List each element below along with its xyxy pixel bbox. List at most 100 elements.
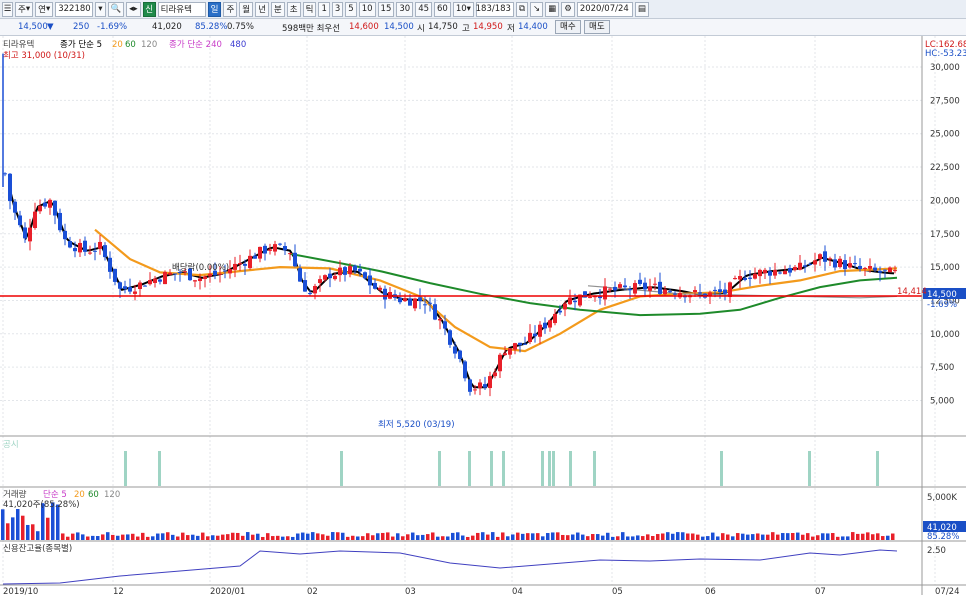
interval-1[interactable]: 1	[318, 1, 330, 17]
period-second[interactable]: 초	[286, 1, 301, 17]
candle-body	[318, 279, 322, 283]
low-note: 최저 5,520 (03/19)	[378, 419, 455, 430]
volume-bar	[361, 536, 365, 540]
candle-body	[273, 244, 277, 252]
chart-icon[interactable]: ▦	[545, 1, 560, 17]
candle-body	[433, 304, 437, 320]
candle-body	[113, 268, 117, 282]
type-select[interactable]: 연 ▾	[35, 1, 54, 17]
volume-bar	[21, 515, 25, 540]
candle-body	[363, 272, 367, 279]
date-tick: 2020/01	[210, 587, 245, 595]
volume-bar	[161, 533, 165, 540]
price-tick: 10,000	[930, 330, 960, 340]
quote-bar: 14,500 ▼ 250 -1.69% 41,020 85.28% 0.75% …	[0, 19, 966, 36]
volume-bar	[36, 531, 40, 540]
volume-bar	[236, 532, 240, 540]
volume-bar	[886, 535, 890, 540]
volume-bar	[306, 533, 310, 540]
volume-bar	[11, 517, 15, 540]
volume-bar	[771, 532, 775, 540]
disclosure-bar	[593, 451, 596, 486]
period-week[interactable]: 주	[223, 1, 238, 17]
price-tick: 30,000	[930, 63, 960, 73]
tool-icon[interactable]: ⧉	[515, 1, 529, 17]
candle-body	[848, 263, 852, 268]
ruler-icon[interactable]: ↘	[530, 1, 544, 17]
menu-icon[interactable]: ☰	[2, 1, 13, 17]
date-input[interactable]: 2020/07/24	[576, 1, 633, 17]
interval-45[interactable]: 45	[415, 1, 433, 17]
period-day[interactable]: 일	[207, 1, 222, 17]
volume-bar	[276, 535, 280, 540]
range-input[interactable]: 183/183	[476, 1, 514, 17]
candle-body	[163, 271, 167, 285]
volume-bar	[561, 534, 565, 540]
sell-button[interactable]: 매도	[584, 20, 610, 34]
volume-bar	[786, 533, 790, 540]
interval-5[interactable]: 5	[345, 1, 357, 17]
volume-bar	[61, 533, 65, 540]
search-icon[interactable]: 🔍	[107, 1, 125, 17]
legend-ma5: 종가 단순 5	[60, 39, 102, 50]
period-year[interactable]: 년	[255, 1, 269, 17]
stock-name[interactable]: 티라유텍	[157, 1, 206, 17]
volume-bar	[181, 532, 185, 540]
volume-legend-ma60: 60	[88, 490, 99, 500]
volume-bar	[641, 536, 645, 540]
period-month[interactable]: 월	[239, 1, 254, 17]
calendar-icon[interactable]: ▤	[634, 1, 649, 17]
count-select[interactable]: 10 ▾	[452, 1, 474, 17]
sound-icon[interactable]: ◂▸	[126, 1, 141, 17]
date-tick: 12	[113, 587, 124, 595]
period-minute[interactable]: 분	[270, 1, 285, 17]
interval-3[interactable]: 3	[331, 1, 344, 17]
interval-60[interactable]: 60	[434, 1, 451, 17]
price-tick: 25,000	[930, 130, 960, 140]
volume-bar	[871, 534, 875, 540]
candle-body	[308, 293, 312, 295]
buy-button[interactable]: 매수	[555, 20, 581, 34]
period-tick[interactable]: 틱	[302, 1, 317, 17]
open-price: 14,750	[428, 22, 458, 32]
volume-bar	[491, 532, 495, 540]
disclosure-bar	[490, 451, 493, 486]
volume-bar	[661, 533, 665, 540]
candle-body	[648, 286, 652, 291]
volume-bar	[546, 533, 550, 540]
candle-body	[528, 332, 532, 343]
volume-bar	[826, 533, 830, 540]
candle-body	[823, 251, 827, 262]
candle-body	[443, 321, 447, 329]
volume-bar	[71, 533, 75, 540]
code-dropdown-icon[interactable]: ▾	[95, 1, 106, 17]
candle-body	[728, 282, 732, 297]
volume-bar	[396, 533, 400, 540]
chart-area[interactable]: 티라유텍 종가 단순 5 20 60 120 종가 단순 240 480 최고 …	[0, 36, 966, 595]
volume-bar	[291, 536, 295, 540]
high-label: 고	[462, 24, 470, 34]
volume-bar	[646, 534, 650, 540]
volume-bar	[301, 532, 305, 540]
gear-icon[interactable]: ⚙	[561, 1, 575, 17]
volume-bar	[471, 535, 475, 540]
legend-ma20: 20	[112, 40, 123, 50]
count-label: 10	[455, 4, 467, 14]
volume-bar	[836, 536, 840, 540]
candle-body	[268, 249, 272, 251]
interval-30[interactable]: 30	[396, 1, 414, 17]
credit-line	[2, 549, 898, 585]
volume-bar	[476, 532, 480, 540]
interval-15[interactable]: 15	[377, 1, 395, 17]
volume-bar	[1, 509, 5, 540]
interval-10[interactable]: 10	[358, 1, 376, 17]
candle-body	[58, 212, 62, 231]
volume-bar	[106, 532, 110, 540]
low-label: 저	[507, 24, 515, 34]
volume-bar	[401, 536, 405, 540]
candle-body	[833, 259, 837, 268]
volume-bar	[716, 536, 720, 540]
code-input[interactable]: 322180	[55, 1, 94, 17]
volume-bar	[676, 532, 680, 540]
market-select[interactable]: 주 ▾	[15, 1, 34, 17]
